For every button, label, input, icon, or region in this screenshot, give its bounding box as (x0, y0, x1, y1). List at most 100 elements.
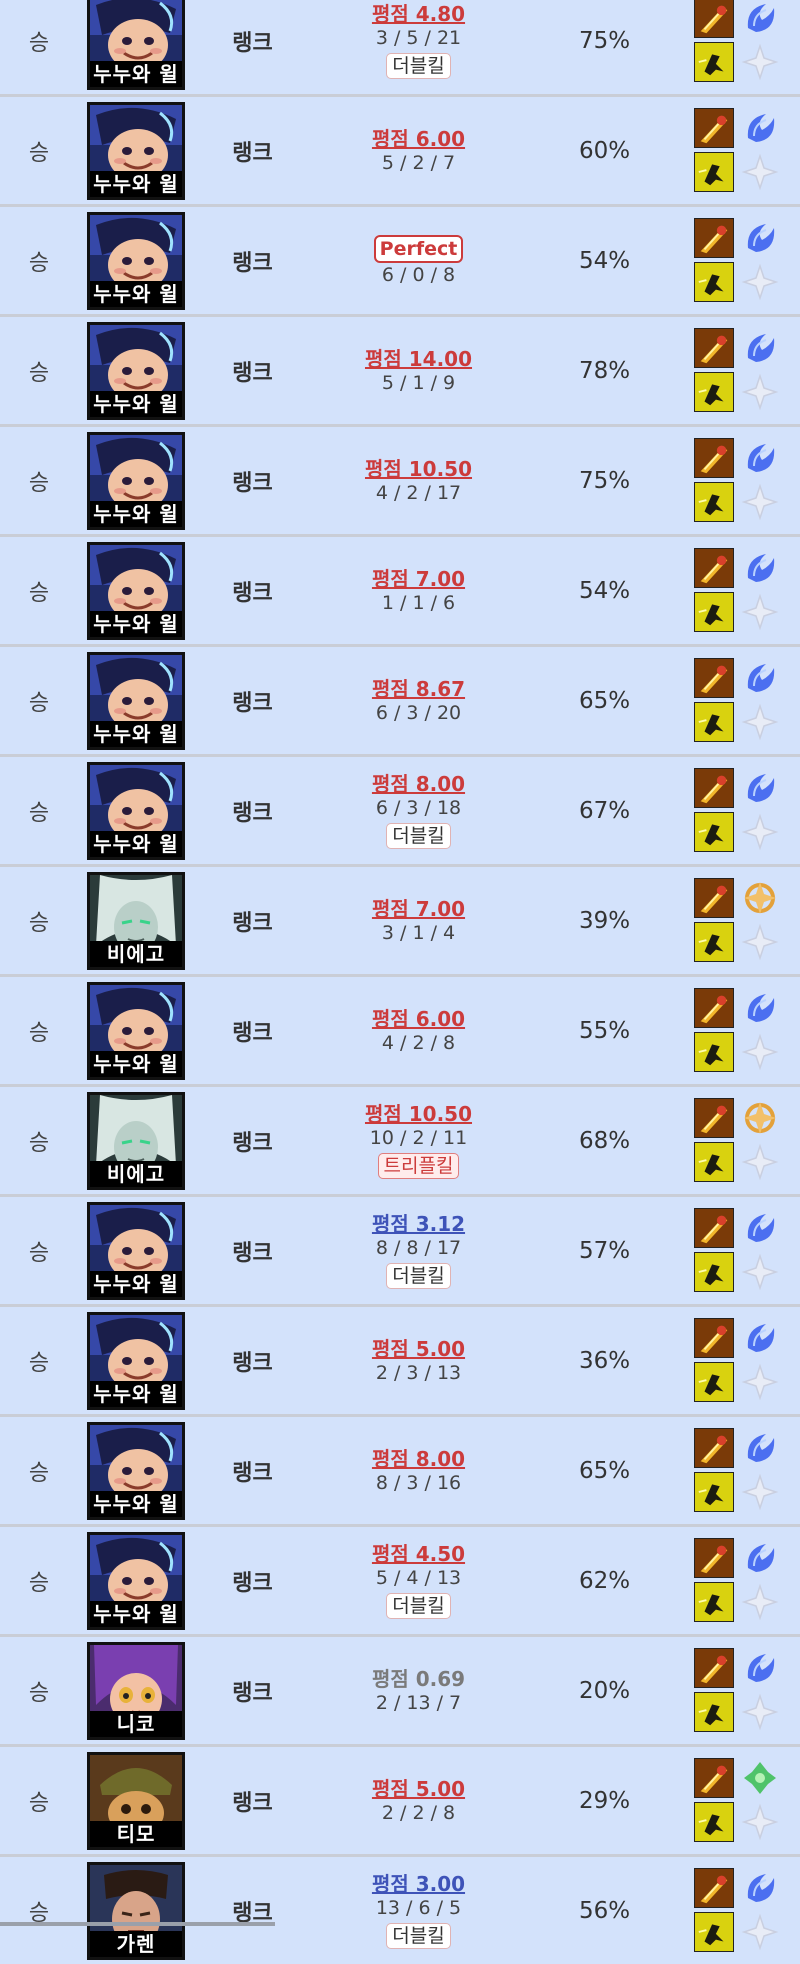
match-row[interactable]: 승 가렌 랭크 평점 3.00 13 / 6 / 5 더블킬 56% (0, 1857, 800, 1964)
kda-score[interactable]: 평점 10.50 (365, 1102, 472, 1126)
ghost-icon (694, 1361, 734, 1402)
match-row[interactable]: 승 누누와 윌 랭크 평점 5.00 2 / 3 / 13 36% (0, 1307, 800, 1414)
white-shard-icon (741, 43, 779, 80)
queue-type: 랭크 (232, 250, 273, 276)
row-edge (792, 867, 800, 974)
kda-score[interactable]: 평점 7.00 (372, 567, 465, 591)
champion-portrait[interactable]: 가렌 (87, 1861, 185, 1960)
match-row[interactable]: 승 누누와 윌 랭크 평점 10.50 4 / 2 / 17 75% (0, 427, 800, 534)
kda-score[interactable]: 평점 10.50 (365, 457, 472, 481)
kda-line: 3 / 1 / 4 (381, 921, 456, 944)
match-row[interactable]: 승 누누와 윌 랭크 평점 8.00 6 / 3 / 18 더블킬 67% (0, 757, 800, 864)
match-row[interactable]: 승 누누와 윌 랭크 평점 4.50 5 / 4 / 13 더블킬 62% (0, 1527, 800, 1634)
queue-type: 랭크 (232, 1240, 273, 1266)
champion-portrait[interactable]: 누누와 윌 (87, 0, 185, 90)
champion-portrait[interactable]: 니코 (87, 1641, 185, 1740)
orange-rune-icon (744, 881, 776, 914)
champion-name: 누누와 윌 (90, 830, 182, 857)
champion-name: 누누와 윌 (90, 610, 182, 637)
ignite-icon (694, 547, 734, 588)
kda-line: 6 / 3 / 18 (375, 797, 462, 819)
champion-portrait[interactable]: 누누와 윌 (87, 1531, 185, 1630)
white-shard-icon (741, 483, 779, 520)
match-row[interactable]: 승 비에고 랭크 평점 10.50 10 / 2 / 11 트리플킬 68% (0, 1087, 800, 1194)
kda-score[interactable]: 평점 5.00 (372, 1777, 465, 1801)
ignite-icon (694, 1097, 734, 1138)
champion-portrait[interactable]: 누누와 윌 (87, 541, 185, 640)
kda-score[interactable]: 평점 8.67 (372, 677, 465, 701)
match-row[interactable]: 승 니코 랭크 평점 0.69 2 / 13 / 7 20% (0, 1637, 800, 1744)
champion-portrait[interactable]: 누누와 윌 (87, 211, 185, 310)
ignite-icon (694, 437, 734, 478)
champion-portrait[interactable]: 누누와 윌 (87, 1201, 185, 1300)
blue-rune-icon (747, 333, 775, 362)
match-row[interactable]: 승 티모 랭크 평점 5.00 2 / 2 / 8 29% (0, 1747, 800, 1854)
kda-score[interactable]: 평점 3.00 (372, 1872, 465, 1896)
match-row[interactable]: 승 누누와 윌 랭크 Perfect 6 / 0 / 8 54% (0, 207, 800, 314)
queue-type: 랭크 (232, 360, 273, 386)
kill-participation: 68% (578, 1127, 631, 1154)
champion-portrait[interactable]: 비에고 (87, 871, 185, 970)
white-shard-icon (741, 1693, 779, 1730)
match-row[interactable]: 승 누누와 윌 랭크 평점 8.00 8 / 3 / 16 65% (0, 1417, 800, 1524)
ghost-icon (694, 1031, 734, 1072)
kda-score[interactable]: 평점 4.50 (372, 1542, 465, 1566)
kda-score[interactable]: 평점 6.00 (372, 1007, 465, 1031)
ignite-icon (694, 1427, 734, 1468)
row-edge (792, 537, 800, 644)
champion-portrait[interactable]: 누누와 윌 (87, 101, 185, 200)
white-shard-icon (741, 813, 779, 850)
champion-portrait[interactable]: 누누와 윌 (87, 761, 185, 860)
match-row[interactable]: 승 비에고 랭크 평점 7.00 3 / 1 / 4 39% (0, 867, 800, 974)
kda-score[interactable]: 평점 4.80 (372, 2, 465, 26)
match-result: 승 (28, 1460, 50, 1486)
kda-score[interactable]: 평점 6.00 (372, 127, 465, 151)
champion-portrait[interactable]: 비에고 (87, 1091, 185, 1190)
kda-score[interactable]: 평점 5.00 (372, 1337, 465, 1361)
kda-score[interactable]: 평점 8.00 (372, 772, 465, 796)
champion-portrait[interactable]: 티모 (87, 1751, 185, 1850)
kda-score[interactable]: 평점 0.69 (372, 1667, 465, 1691)
match-row[interactable]: 승 누누와 윌 랭크 평점 6.00 4 / 2 / 8 55% (0, 977, 800, 1084)
ghost-icon (694, 261, 734, 302)
white-shard-icon (741, 1473, 779, 1510)
ghost-icon (694, 1801, 734, 1842)
multikill-badge: 더블킬 (386, 823, 451, 849)
row-edge (792, 207, 800, 314)
champion-portrait[interactable]: 누누와 윌 (87, 981, 185, 1080)
build-grid (694, 1757, 782, 1844)
white-shard-icon (741, 373, 779, 410)
kda-score[interactable]: 평점 3.12 (372, 1212, 465, 1236)
horizontal-scrollbar[interactable] (0, 1922, 275, 1926)
champion-portrait[interactable]: 누누와 윌 (87, 321, 185, 420)
kda-score[interactable]: 평점 8.00 (372, 1447, 465, 1471)
queue-type: 랭크 (232, 140, 273, 166)
ignite-icon (694, 1207, 734, 1248)
white-shard-icon (741, 923, 779, 960)
build-grid (694, 1427, 782, 1514)
kda-score[interactable]: 평점 14.00 (365, 347, 472, 371)
match-row[interactable]: 승 누누와 윌 랭크 평점 14.00 5 / 1 / 9 78% (0, 317, 800, 424)
match-row[interactable]: 승 누누와 윌 랭크 평점 4.80 3 / 5 / 21 더블킬 75% (0, 0, 800, 94)
ghost-icon (694, 1911, 734, 1952)
kill-participation: 62% (578, 1567, 631, 1594)
kda-line: 2 / 13 / 7 (375, 1691, 462, 1714)
match-result: 승 (28, 1790, 50, 1816)
kda-score[interactable]: 평점 7.00 (372, 897, 465, 921)
kill-participation: 20% (578, 1677, 631, 1704)
build-grid (694, 1647, 782, 1734)
kda-line: 6 / 0 / 8 (381, 263, 456, 286)
kill-participation: 55% (578, 1017, 631, 1044)
match-row[interactable]: 승 누누와 윌 랭크 평점 8.67 6 / 3 / 20 65% (0, 647, 800, 754)
champion-portrait[interactable]: 누누와 윌 (87, 651, 185, 750)
champion-portrait[interactable]: 누누와 윌 (87, 431, 185, 530)
multikill-badge: 더블킬 (386, 1923, 451, 1949)
kda-score[interactable]: Perfect (373, 234, 464, 263)
ghost-icon (694, 1471, 734, 1512)
match-row[interactable]: 승 누누와 윌 랭크 평점 3.12 8 / 8 / 17 더블킬 57% (0, 1197, 800, 1304)
champion-portrait[interactable]: 누누와 윌 (87, 1421, 185, 1520)
champion-portrait[interactable]: 누누와 윌 (87, 1311, 185, 1410)
match-row[interactable]: 승 누누와 윌 랭크 평점 7.00 1 / 1 / 6 54% (0, 537, 800, 644)
kda-line: 3 / 5 / 21 (375, 27, 462, 49)
match-row[interactable]: 승 누누와 윌 랭크 평점 6.00 5 / 2 / 7 60% (0, 97, 800, 204)
